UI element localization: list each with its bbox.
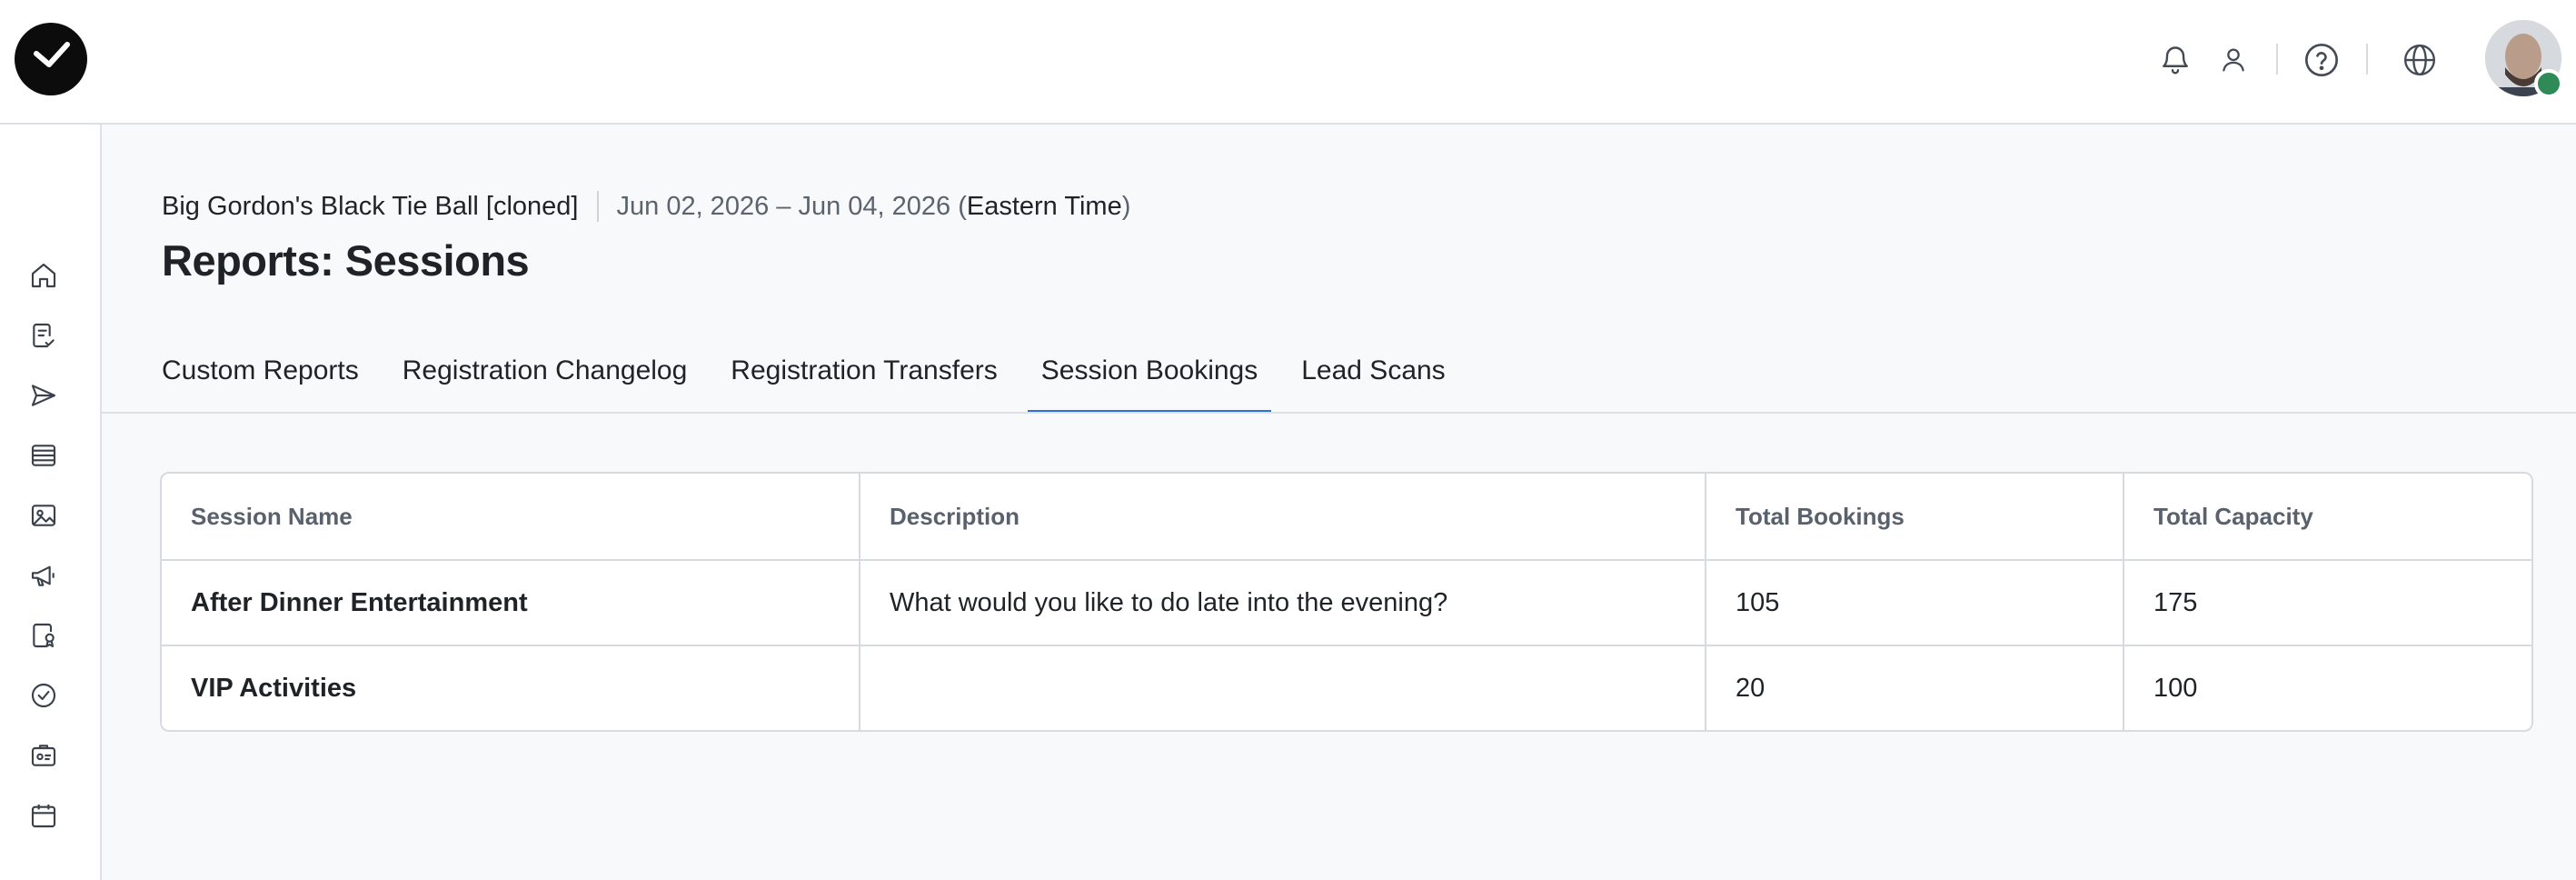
tab-session-bookings[interactable]: Session Bookings (1027, 339, 1272, 414)
session-name-cell: After Dinner Entertainment (162, 560, 860, 646)
check-circle-icon[interactable] (24, 675, 64, 715)
column-header-total-bookings[interactable]: Total Bookings (1706, 474, 2124, 561)
app-logo[interactable] (15, 23, 87, 95)
megaphone-icon[interactable] (24, 555, 64, 595)
event-date-range: Jun 02, 2026 – Jun 04, 2026 ( (616, 191, 967, 221)
table-row[interactable]: After Dinner Entertainment What would yo… (162, 560, 2531, 646)
session-name-cell: VIP Activities (162, 645, 860, 730)
total-capacity-cell: 100 (2153, 673, 2198, 703)
sidebar (0, 125, 102, 880)
top-bar (0, 0, 2576, 125)
sessions-table: Session Name Description Total Bookings … (160, 472, 2533, 732)
tab-lead-scans[interactable]: Lead Scans (1301, 339, 1445, 412)
report-tabs: Custom Reports Registration Changelog Re… (162, 339, 1489, 414)
tab-registration-transfers[interactable]: Registration Transfers (731, 339, 997, 412)
image-icon[interactable] (24, 495, 64, 535)
checkmark-logo-icon (34, 42, 70, 67)
event-name: Big Gordon's Black Tie Ball [cloned] (162, 191, 579, 221)
list-icon[interactable] (24, 435, 64, 475)
event-dates-close: ) (1121, 191, 1131, 221)
tabs-divider (102, 412, 2576, 414)
header-divider (2276, 44, 2278, 75)
table-header-row: Session Name Description Total Bookings … (162, 474, 2531, 561)
event-timezone: Eastern Time (966, 191, 1122, 221)
user-icon[interactable] (2213, 40, 2253, 80)
total-bookings-cell: 105 (1706, 560, 2124, 646)
status-badge (2534, 69, 2563, 98)
column-header-session-name[interactable]: Session Name (162, 474, 860, 561)
checklist-icon[interactable] (24, 315, 64, 355)
description-cell: What would you like to do late into the … (860, 560, 1706, 646)
help-icon[interactable] (2302, 40, 2342, 80)
bell-icon[interactable] (2155, 40, 2195, 80)
home-icon[interactable] (24, 255, 64, 295)
total-capacity-cell: 175 (2123, 560, 2531, 646)
event-dates: Jun 02, 2026 – Jun 04, 2026 (Eastern Tim… (617, 192, 1131, 222)
send-icon[interactable] (24, 375, 64, 415)
calendar-icon[interactable] (24, 795, 64, 835)
tab-custom-reports[interactable]: Custom Reports (162, 339, 359, 412)
header-divider (2366, 44, 2368, 75)
id-card-icon[interactable] (24, 735, 64, 775)
description-cell (860, 645, 1706, 730)
total-bookings-cell: 20 (1706, 645, 2124, 730)
event-divider (596, 191, 599, 222)
page-title: Reports: Sessions (162, 236, 530, 285)
globe-icon[interactable] (2400, 40, 2440, 80)
main-content: Big Gordon's Black Tie Ball [cloned] Jun… (102, 125, 2576, 880)
column-header-total-capacity[interactable]: Total Capacity (2123, 474, 2531, 561)
tab-registration-changelog[interactable]: Registration Changelog (403, 339, 688, 412)
table-row[interactable]: VIP Activities 20 100 (162, 645, 2531, 730)
badge-icon[interactable] (24, 615, 64, 655)
event-info: Big Gordon's Black Tie Ball [cloned] Jun… (162, 188, 1130, 225)
column-header-description[interactable]: Description (860, 474, 1706, 561)
